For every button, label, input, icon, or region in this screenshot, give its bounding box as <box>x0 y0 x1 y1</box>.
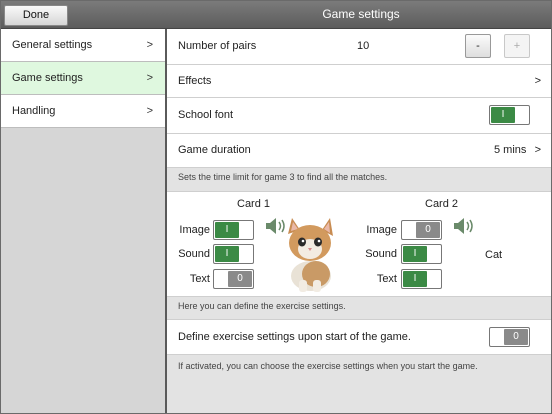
settings-panel: Number of pairs 10 - + Effects > School … <box>167 29 551 413</box>
speaker-icon[interactable] <box>453 217 475 235</box>
card1-sound-toggle[interactable]: I <box>213 244 254 264</box>
chevron-right-icon: > <box>146 72 153 84</box>
pairs-increase-button[interactable]: + <box>504 34 530 58</box>
sidebar-item-game-settings[interactable]: Game settings > <box>1 62 165 95</box>
toggle-knob: I <box>215 222 239 238</box>
exercise-row: Define exercise settings upon start of t… <box>167 319 551 355</box>
sidebar-item-label: Game settings <box>12 72 83 84</box>
pairs-decrease-button[interactable]: - <box>465 34 491 58</box>
sidebar-item-label: Handling <box>12 105 56 117</box>
done-button[interactable]: Done <box>4 5 68 26</box>
cards-hint: Here you can define the exercise setting… <box>178 301 346 311</box>
title-bar: Done Game settings <box>1 1 551 29</box>
school-font-row: School font I <box>167 98 551 134</box>
card2-word: Cat <box>485 249 503 261</box>
sidebar: General settings > Game settings > Handl… <box>1 29 167 413</box>
cards-section: Card 1 Image I Sound I Text 0 Card 2 Ima… <box>167 191 551 297</box>
card2-image-label: Image <box>366 224 397 236</box>
toggle-knob: I <box>491 107 515 123</box>
game-duration-label: Game duration <box>178 144 251 156</box>
pairs-value: 10 <box>357 40 370 52</box>
toggle-knob: I <box>215 246 239 262</box>
exercise-toggle[interactable]: 0 <box>489 327 530 347</box>
sidebar-item-label: General settings <box>12 39 93 51</box>
pairs-label: Number of pairs <box>178 40 257 52</box>
toggle-knob: I <box>403 271 427 287</box>
card1-image-toggle[interactable]: I <box>213 220 254 240</box>
effects-label: Effects <box>178 75 212 87</box>
card1-title: Card 1 <box>237 198 271 210</box>
card1-image-label: Image <box>179 224 210 236</box>
sidebar-item-handling[interactable]: Handling > <box>1 95 165 128</box>
exercise-label: Define exercise settings upon start of t… <box>178 331 411 343</box>
chevron-right-icon: > <box>146 105 153 117</box>
chevron-right-icon: > <box>146 39 153 51</box>
toggle-knob: 0 <box>416 222 440 238</box>
exercise-hint: If activated, you can choose the exercis… <box>178 361 478 371</box>
sidebar-item-general-settings[interactable]: General settings > <box>1 29 165 62</box>
game-duration-row[interactable]: Game duration 5 mins > <box>167 134 551 168</box>
card1-text-label: Text <box>189 273 210 285</box>
chevron-right-icon: > <box>534 75 541 87</box>
toggle-knob: I <box>403 246 427 262</box>
card2-image-toggle[interactable]: 0 <box>401 220 442 240</box>
school-font-toggle[interactable]: I <box>489 105 530 125</box>
card2-text-label: Text <box>376 273 397 285</box>
card2-text-toggle[interactable]: I <box>401 269 442 289</box>
toggle-knob: 0 <box>228 271 252 287</box>
game-duration-value: 5 mins <box>494 144 527 156</box>
card2-sound-label: Sound <box>365 248 397 260</box>
card1-text-toggle[interactable]: 0 <box>213 269 254 289</box>
card1-sound-label: Sound <box>178 248 210 260</box>
card2-sound-toggle[interactable]: I <box>401 244 442 264</box>
effects-row[interactable]: Effects > <box>167 65 551 98</box>
kitten-image <box>288 218 333 292</box>
duration-hint: Sets the time limit for game 3 to find a… <box>178 172 388 182</box>
chevron-right-icon: > <box>534 144 541 156</box>
card2-title: Card 2 <box>425 198 459 210</box>
pairs-row: Number of pairs 10 - + <box>167 29 551 65</box>
app-window: Done Game settings General settings > Ga… <box>0 0 552 414</box>
window-title: Game settings <box>322 7 400 21</box>
toggle-knob: 0 <box>504 329 528 345</box>
school-font-label: School font <box>178 109 234 121</box>
